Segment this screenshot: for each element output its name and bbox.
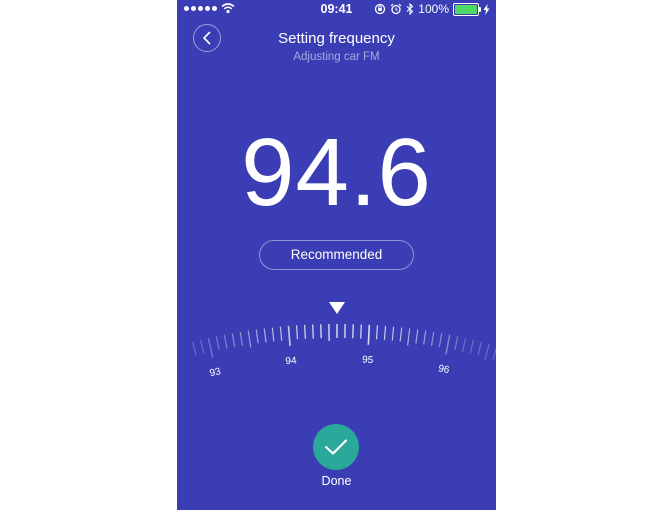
dial-tick: [215, 336, 220, 351]
dial-tick: [477, 341, 482, 356]
dial-label: 95: [362, 355, 374, 367]
battery-percent: 100%: [418, 2, 449, 16]
page-title: Setting frequency: [278, 30, 395, 47]
dial-tick: [454, 336, 459, 351]
dial-tick: [360, 324, 362, 339]
dial-tick: [223, 334, 228, 349]
bluetooth-icon: [406, 3, 414, 15]
dial-label: 94: [285, 355, 297, 367]
rotation-lock-icon: [375, 3, 386, 15]
dial-tick: [399, 327, 403, 342]
dial-tick: [239, 331, 244, 346]
dial-tick: [445, 334, 451, 355]
done-label: Done: [321, 474, 352, 488]
dial-tick: [304, 324, 306, 339]
check-icon: [324, 439, 348, 455]
dial-tick: [271, 327, 275, 342]
phone-screen: 09:41 100% Setting frequency Adjusting c…: [177, 0, 496, 510]
dial-tick: [391, 326, 395, 341]
dial-tick: [207, 337, 214, 358]
status-right-group: 100%: [374, 2, 490, 16]
battery-level: [455, 4, 477, 14]
dial-tick: [375, 325, 379, 340]
dial-tick: [407, 328, 411, 346]
charging-icon: [483, 3, 490, 15]
dial-tick: [192, 341, 197, 356]
done-button[interactable]: [313, 424, 359, 470]
dial-tick: [247, 330, 252, 348]
status-bar: 09:41 100%: [177, 0, 496, 18]
dial-tick: [263, 328, 267, 343]
dial-tick: [287, 325, 291, 346]
dial-tick: [295, 325, 299, 340]
dial-tick: [383, 325, 387, 340]
dial-tick: [312, 324, 314, 339]
dial-tick: [255, 329, 259, 344]
dial-tick: [484, 343, 490, 361]
dial-tick: [438, 333, 443, 348]
frequency-dial[interactable]: 93 94 95 96: [177, 300, 496, 400]
dial-label: 93: [209, 366, 223, 379]
dial-tick: [461, 337, 467, 352]
dial-tick: [367, 324, 371, 345]
dial-tick: [199, 339, 205, 354]
dial-tick: [430, 331, 435, 346]
dial-tick: [492, 347, 496, 360]
page-subtitle: Adjusting car FM: [293, 51, 380, 63]
alarm-icon: [390, 3, 402, 15]
dial-tick: [415, 329, 419, 344]
battery-icon: [453, 2, 481, 16]
dial-tick: [423, 330, 427, 345]
dial-tick: [231, 333, 236, 348]
dial-tick: [279, 326, 283, 341]
frequency-display: 94.6: [241, 119, 432, 226]
dial-label: 96: [437, 363, 450, 376]
recommended-button[interactable]: Recommended: [259, 240, 414, 270]
dial-tick: [469, 339, 475, 354]
